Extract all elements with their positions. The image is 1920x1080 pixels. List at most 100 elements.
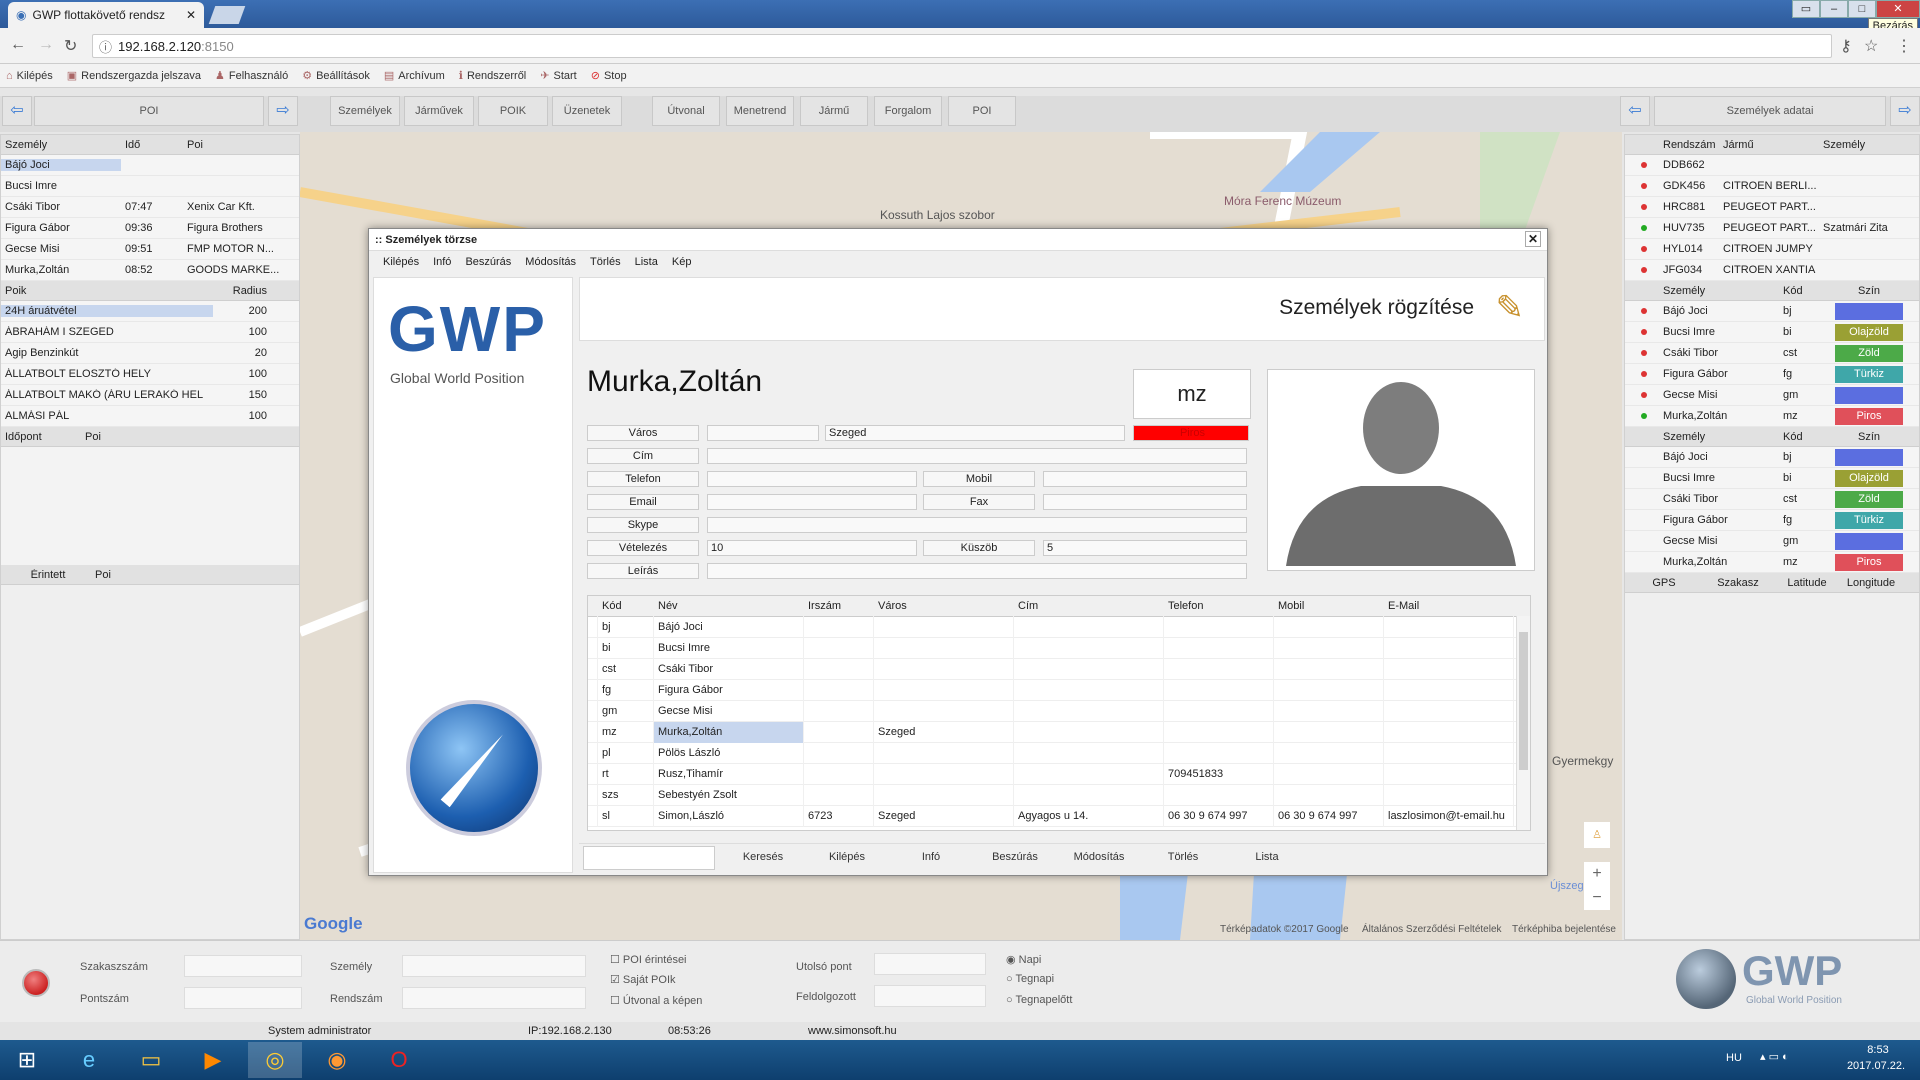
menu-icon[interactable]: ⋮ (1896, 36, 1912, 56)
dialog-close-icon[interactable]: ✕ (1525, 231, 1541, 247)
daily-radio[interactable]: ◉ Napi (1006, 953, 1041, 966)
person-row[interactable]: Gecse Misi 09:51 FMP MOTOR N... (1, 239, 299, 260)
dmenu-image[interactable]: Kép (672, 256, 692, 268)
menu-exit[interactable]: ⌂ Kilépés (6, 70, 53, 82)
person-field[interactable] (402, 955, 586, 977)
poi-row[interactable]: ÁLLATBOLT ELOSZTÓ HELY 100 (1, 364, 299, 385)
purchase-field[interactable]: 10 (707, 540, 917, 556)
poi-row[interactable]: Agip Benzinkút 20 (1, 343, 299, 364)
poi-row[interactable]: ALMÁSI PÁL 100 (1, 406, 299, 427)
search-button[interactable]: Keresés (723, 844, 803, 870)
photo-frame[interactable] (1267, 369, 1535, 571)
left-next-arrow-icon[interactable]: ⇨ (268, 96, 298, 126)
list-button[interactable]: Lista (1227, 844, 1307, 870)
url-input[interactable]: ⓘ 192.168.2.120:8150 (92, 34, 1832, 58)
grid-row[interactable]: pl Pölös László (588, 742, 1530, 764)
tab-schedule[interactable]: Menetrend (726, 96, 794, 126)
key-icon[interactable]: ⚷ (1840, 36, 1852, 56)
tab-vehicle[interactable]: Jármű (800, 96, 868, 126)
record-status-icon[interactable] (22, 969, 50, 997)
grid-row[interactable]: bj Bájó Joci (588, 616, 1530, 638)
search-input[interactable] (583, 846, 715, 870)
person-color-row[interactable]: Bucsi Imre bi Olajzöld (1625, 322, 1919, 343)
firefox-icon[interactable]: ◉ (310, 1042, 364, 1078)
grid-row[interactable]: rt Rusz,Tihamír 709451833 (588, 763, 1530, 785)
media-player-icon[interactable]: ▶ (186, 1042, 240, 1078)
tab-poik[interactable]: POIK (478, 96, 548, 126)
map-report-link[interactable]: Térképhiba bejelentése (1512, 924, 1616, 935)
city-code-field[interactable] (707, 425, 819, 441)
fax-field[interactable] (1043, 494, 1247, 510)
person-color-row[interactable]: Figura Gábor fg Türkiz (1625, 510, 1919, 531)
back-icon[interactable]: ← (10, 36, 26, 54)
vehicle-row[interactable]: HRC881 PEUGEOT PART... (1625, 197, 1919, 218)
user-icon[interactable]: ▭ (1792, 0, 1820, 18)
vehicle-row[interactable]: HYL014 CITROEN JUMPY (1625, 239, 1919, 260)
bookmark-star-icon[interactable]: ☆ (1864, 36, 1878, 56)
grid-scrollbar[interactable] (1516, 616, 1530, 830)
tab-traffic[interactable]: Forgalom (874, 96, 942, 126)
own-poi-checkbox[interactable]: ☑ Saját POIk (610, 973, 676, 986)
phone-field[interactable] (707, 471, 917, 487)
person-color-row[interactable]: Murka,Zoltán mz Piros (1625, 406, 1919, 427)
person-row[interactable]: Murka,Zoltán 08:52 GOODS MARKE... (1, 260, 299, 281)
person-color-row[interactable]: Csáki Tibor cst Zöld (1625, 489, 1919, 510)
color-field[interactable]: Piros (1133, 425, 1249, 441)
right-prev-arrow-icon[interactable]: ⇦ (1620, 96, 1650, 126)
delete-button[interactable]: Törlés (1143, 844, 1223, 870)
description-field[interactable] (707, 563, 1247, 579)
person-color-row[interactable]: Csáki Tibor cst Zöld (1625, 343, 1919, 364)
forward-icon[interactable]: → (38, 36, 54, 54)
point-no-field[interactable] (184, 987, 302, 1009)
opera-icon[interactable]: O (372, 1042, 426, 1078)
daybefore-radio[interactable]: ○ Tegnapelőtt (1006, 994, 1072, 1006)
grid-row[interactable]: gm Gecse Misi (588, 700, 1530, 722)
person-row[interactable]: Figura Gábor 09:36 Figura Brothers (1, 218, 299, 239)
person-color-row[interactable]: Bucsi Imre bi Olajzöld (1625, 468, 1919, 489)
dmenu-info[interactable]: Infó (433, 256, 451, 268)
grid-row[interactable]: sl Simon,László 6723 Szeged Agyagos u 14. 06 … (588, 805, 1530, 827)
menu-stop[interactable]: ⊘ Stop (591, 69, 627, 83)
close-tab-icon[interactable]: ✕ (186, 8, 196, 22)
zoom-out-icon[interactable]: − (1584, 886, 1610, 910)
insert-button[interactable]: Beszúrás (975, 844, 1055, 870)
info-icon[interactable]: ⓘ (99, 37, 112, 56)
last-point-field[interactable] (874, 953, 986, 975)
dmenu-insert[interactable]: Beszúrás (465, 256, 511, 268)
tab-persons[interactable]: Személyek (330, 96, 400, 126)
street-view-icon[interactable]: ♙ (1584, 822, 1610, 848)
processed-field[interactable] (874, 985, 986, 1007)
menu-admin-password[interactable]: ▣ Rendszergazda jelszava (67, 69, 201, 83)
explorer-icon[interactable]: ▭ (124, 1042, 178, 1078)
dmenu-list[interactable]: Lista (635, 256, 658, 268)
menu-settings[interactable]: ⚙ Beállítások (302, 69, 370, 83)
menu-about[interactable]: ℹ Rendszerről (459, 69, 527, 83)
right-next-arrow-icon[interactable]: ⇨ (1890, 96, 1920, 126)
dmenu-exit[interactable]: Kilépés (383, 256, 419, 268)
vehicle-row[interactable]: JFG034 CITROEN XANTIA (1625, 260, 1919, 281)
person-color-row[interactable]: Murka,Zoltán mz Piros (1625, 552, 1919, 573)
grid-row[interactable]: szs Sebestyén Zsolt (588, 784, 1530, 806)
vehicle-row[interactable]: HUV735 PEUGEOT PART... Szatmári Zita (1625, 218, 1919, 239)
reload-icon[interactable]: ↻ (64, 36, 77, 56)
zoom-in-icon[interactable]: + (1584, 862, 1610, 886)
tab-messages[interactable]: Üzenetek (552, 96, 622, 126)
person-row[interactable]: Csáki Tibor 07:47 Xenix Car Kft. (1, 197, 299, 218)
ie-icon[interactable]: e (62, 1042, 116, 1078)
poi-row[interactable]: ÁLLATBOLT MAKÓ (ÁRU LERAKÓ HEL 150 (1, 385, 299, 406)
person-row[interactable]: Bucsi Imre (1, 176, 299, 197)
dmenu-delete[interactable]: Törlés (590, 256, 621, 268)
info-button[interactable]: Infó (891, 844, 971, 870)
maximize-icon[interactable]: □ (1848, 0, 1876, 18)
poi-touch-checkbox[interactable]: ☐ POI érintései (610, 953, 687, 966)
tray-icons[interactable]: ▴ ▭ ◐ (1760, 1050, 1789, 1063)
vehicle-row[interactable]: DDB662 (1625, 155, 1919, 176)
modify-button[interactable]: Módosítás (1059, 844, 1139, 870)
route-checkbox[interactable]: ☐ Útvonal a képen (610, 994, 702, 1007)
person-color-row[interactable]: Gecse Misi gm (1625, 531, 1919, 552)
exit-button[interactable]: Kilépés (807, 844, 887, 870)
grid-row[interactable]: fg Figura Gábor (588, 679, 1530, 701)
menu-start[interactable]: ✈ Start (540, 69, 576, 83)
menu-archive[interactable]: ▤ Archívum (384, 69, 445, 83)
language-indicator[interactable]: HU (1726, 1052, 1742, 1064)
